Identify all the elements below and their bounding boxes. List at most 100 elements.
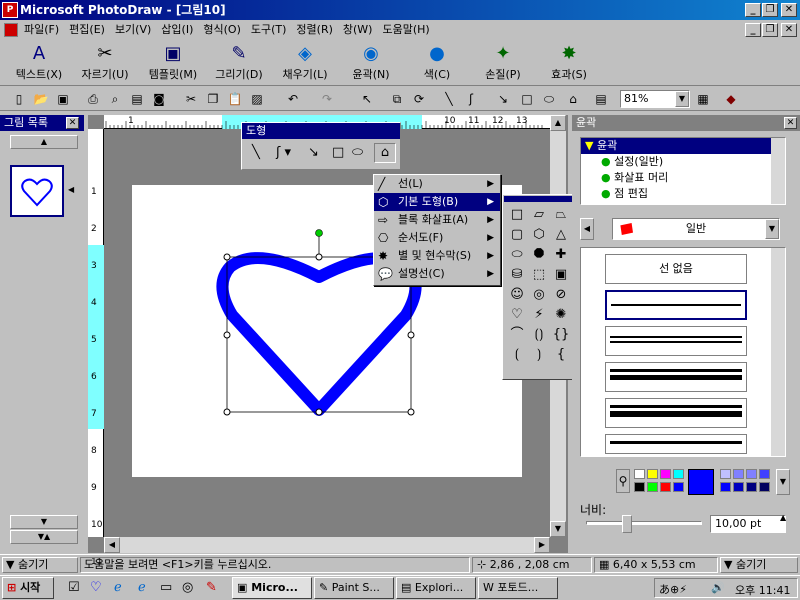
- rectangle-tool-icon[interactable]: □: [518, 90, 536, 108]
- color-swatch[interactable]: [634, 482, 645, 492]
- toolbar-button[interactable]: ◈ 채우기(L): [272, 40, 338, 86]
- tree-item-edit-points[interactable]: ● 점 편집: [581, 186, 785, 202]
- channel-icon[interactable]: ◎: [182, 580, 193, 595]
- quicklaunch-icon[interactable]: ☑: [68, 580, 80, 595]
- doc-close-button[interactable]: ✕: [781, 23, 797, 37]
- redo-icon[interactable]: ↷: [318, 90, 336, 108]
- color-swatch[interactable]: [634, 469, 645, 479]
- color-swatch[interactable]: [746, 469, 757, 479]
- color-swatch[interactable]: [720, 469, 731, 479]
- app-icon[interactable]: P: [2, 2, 18, 18]
- maximize-button[interactable]: ❐: [762, 3, 778, 17]
- task-explorer[interactable]: ▤ Explori...: [396, 577, 476, 599]
- new-icon[interactable]: ▯: [10, 90, 28, 108]
- autoshape-menu-item[interactable]: ⬡ 기본 도형(B) ▶: [374, 193, 500, 211]
- zoom-dropdown[interactable]: 81% ▼: [620, 90, 690, 108]
- basic-shape-icon[interactable]: {: [550, 345, 572, 365]
- autoshape-tool-icon[interactable]: ⌂: [564, 90, 582, 108]
- color-swatch[interactable]: [647, 482, 658, 492]
- menu-item[interactable]: 파일(F): [24, 23, 59, 36]
- shapes-toolbar-title[interactable]: 도형: [242, 123, 400, 139]
- hide-left-button[interactable]: ▼ 숨기기: [2, 557, 78, 573]
- scroll-left-arrow[interactable]: ◀: [104, 537, 120, 553]
- curve-tool-icon[interactable]: ʃ: [462, 90, 480, 108]
- basic-shape-icon[interactable]: △: [550, 225, 572, 245]
- line-tool-icon[interactable]: ╲: [440, 90, 458, 108]
- help-book-icon[interactable]: ◆: [722, 90, 740, 108]
- basic-shape-icon[interactable]: ⬚: [528, 265, 550, 285]
- collapse-arrow-icon[interactable]: ◀: [68, 185, 74, 194]
- menu-item[interactable]: 도구(T): [251, 23, 287, 36]
- color-swatch[interactable]: [759, 469, 770, 479]
- tree-item-settings[interactable]: ● 설정(일반): [581, 154, 785, 170]
- basic-shape-icon[interactable]: ✺: [550, 305, 572, 325]
- line-option-thin[interactable]: [605, 290, 747, 320]
- toolbar-button[interactable]: ✂ 자르기(U): [72, 40, 138, 86]
- start-button[interactable]: ⊞ 시작: [2, 577, 54, 599]
- color-swatch[interactable]: [746, 482, 757, 492]
- preview-icon[interactable]: ⌕: [106, 90, 124, 108]
- basic-shape-icon[interactable]: ✚: [550, 245, 572, 265]
- resize-handle[interactable]: [407, 408, 415, 416]
- scroll-up-arrow[interactable]: ▲: [550, 115, 566, 131]
- width-slider-thumb[interactable]: [622, 515, 632, 533]
- basic-shape-icon[interactable]: ⯃: [528, 245, 550, 265]
- basic-shape-icon[interactable]: ♡: [506, 305, 528, 325]
- color-swatch[interactable]: [720, 482, 731, 492]
- basic-shape-icon[interactable]: ⛁: [506, 265, 528, 285]
- line-style-dropdown[interactable]: 일반 ▼: [612, 218, 780, 240]
- selected-color-swatch[interactable]: [688, 469, 714, 495]
- color-swatch[interactable]: [733, 469, 744, 479]
- menu-item[interactable]: 보기(V): [115, 23, 151, 36]
- panel-close-icon[interactable]: ✕: [66, 117, 79, 129]
- basic-shape-icon[interactable]: ⊘: [550, 285, 572, 305]
- quicklaunch-icon[interactable]: ✎: [206, 580, 217, 595]
- basic-shape-icon[interactable]: ⟯: [528, 345, 550, 365]
- task-paint[interactable]: ✎ Paint S...: [314, 577, 394, 599]
- close-button[interactable]: ✕: [781, 3, 797, 17]
- autoshape-menu-item[interactable]: ╱ 선(L) ▶: [374, 175, 500, 193]
- resize-handle[interactable]: [223, 408, 231, 416]
- camera-icon[interactable]: ◙: [150, 90, 168, 108]
- scroll-down-button[interactable]: ▼: [10, 515, 78, 529]
- task-word[interactable]: W 포토드...: [478, 577, 558, 599]
- color-swatch[interactable]: [673, 469, 684, 479]
- color-swatch[interactable]: [673, 482, 684, 492]
- format-painter-icon[interactable]: ▨: [248, 90, 266, 108]
- autoshape-menu-item[interactable]: ✸ 별 및 현수막(S) ▶: [374, 247, 500, 265]
- undo-icon[interactable]: ↶: [284, 90, 302, 108]
- line-none-option[interactable]: 선 없음: [605, 254, 747, 284]
- width-input[interactable]: 10,00 pt: [710, 515, 786, 533]
- toolbar-button[interactable]: ▣ 템플릿(M): [140, 40, 206, 86]
- color-swatch[interactable]: [733, 482, 744, 492]
- scroll-up-button[interactable]: ▲: [10, 135, 78, 149]
- line-option-double-thin[interactable]: [605, 326, 747, 356]
- ie-icon[interactable]: ℯ: [114, 580, 122, 595]
- doc-icon[interactable]: [4, 23, 18, 37]
- autoshapes-button-icon[interactable]: ⌂: [374, 143, 396, 163]
- paste-icon[interactable]: 📋: [226, 90, 244, 108]
- task-photodraw[interactable]: ▣ Micro...: [232, 577, 312, 599]
- rotate-handle[interactable]: [315, 229, 323, 237]
- scroll-bottom-button[interactable]: ▼▲: [10, 530, 78, 544]
- basic-shape-icon[interactable]: ◎: [528, 285, 550, 305]
- arrow-shape-icon[interactable]: ↘: [308, 145, 319, 160]
- open-icon[interactable]: 📂: [32, 90, 50, 108]
- gallery-scrollbar[interactable]: [771, 248, 785, 456]
- toolbar-button[interactable]: ✦ 손질(P): [470, 40, 536, 86]
- basic-shape-icon[interactable]: ⟮: [506, 345, 528, 365]
- line-option-double-thick[interactable]: [605, 434, 747, 454]
- color-swatch[interactable]: [660, 482, 671, 492]
- desktop-icon[interactable]: ▭: [160, 580, 172, 595]
- basic-shape-icon[interactable]: ▣: [550, 265, 572, 285]
- toolbar-button[interactable]: ● 색(C): [404, 40, 470, 86]
- color-swatch[interactable]: [759, 482, 770, 492]
- ime-icon[interactable]: あ⊕⚡: [659, 581, 687, 597]
- resize-handle[interactable]: [223, 253, 231, 261]
- basic-shape-icon[interactable]: ⌒: [506, 325, 528, 345]
- menu-item[interactable]: 편집(E): [69, 23, 105, 36]
- arrange-icon[interactable]: ⧉: [388, 90, 406, 108]
- basic-shape-icon[interactable]: □: [506, 205, 528, 225]
- scan-icon[interactable]: ▤: [128, 90, 146, 108]
- basic-shape-icon[interactable]: ▢: [506, 225, 528, 245]
